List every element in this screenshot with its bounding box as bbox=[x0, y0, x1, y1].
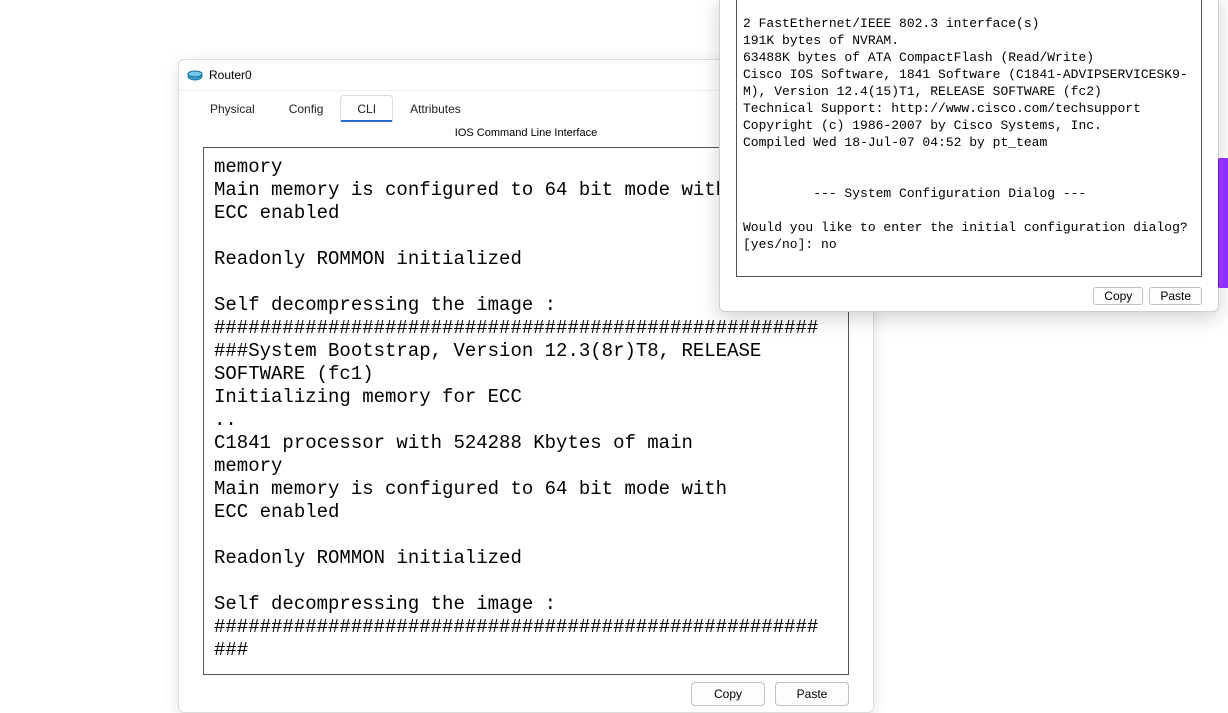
copy-button-secondary[interactable]: Copy bbox=[1093, 287, 1143, 305]
init-dialog-prompt: Would you like to enter the initial conf… bbox=[743, 220, 1195, 252]
device-window-router-secondary: 2 FastEthernet/IEEE 802.3 interface(s) 1… bbox=[719, 0, 1219, 312]
paste-button-secondary[interactable]: Paste bbox=[1149, 287, 1202, 305]
cli-terminal-secondary[interactable]: 2 FastEthernet/IEEE 802.3 interface(s) 1… bbox=[736, 0, 1202, 277]
router-icon bbox=[187, 67, 203, 83]
boot-text: 2 FastEthernet/IEEE 802.3 interface(s) 1… bbox=[743, 16, 1188, 150]
tab-cli[interactable]: CLI bbox=[340, 95, 393, 122]
offscreen-window-edge bbox=[1218, 158, 1228, 288]
tab-attributes[interactable]: Attributes bbox=[393, 95, 478, 122]
tab-config[interactable]: Config bbox=[272, 95, 341, 122]
copy-button[interactable]: Copy bbox=[691, 682, 765, 706]
sys-config-divider: --- System Configuration Dialog --- bbox=[743, 186, 1086, 201]
paste-button[interactable]: Paste bbox=[775, 682, 849, 706]
tab-physical[interactable]: Physical bbox=[193, 95, 272, 122]
window-title: Router0 bbox=[209, 68, 252, 82]
